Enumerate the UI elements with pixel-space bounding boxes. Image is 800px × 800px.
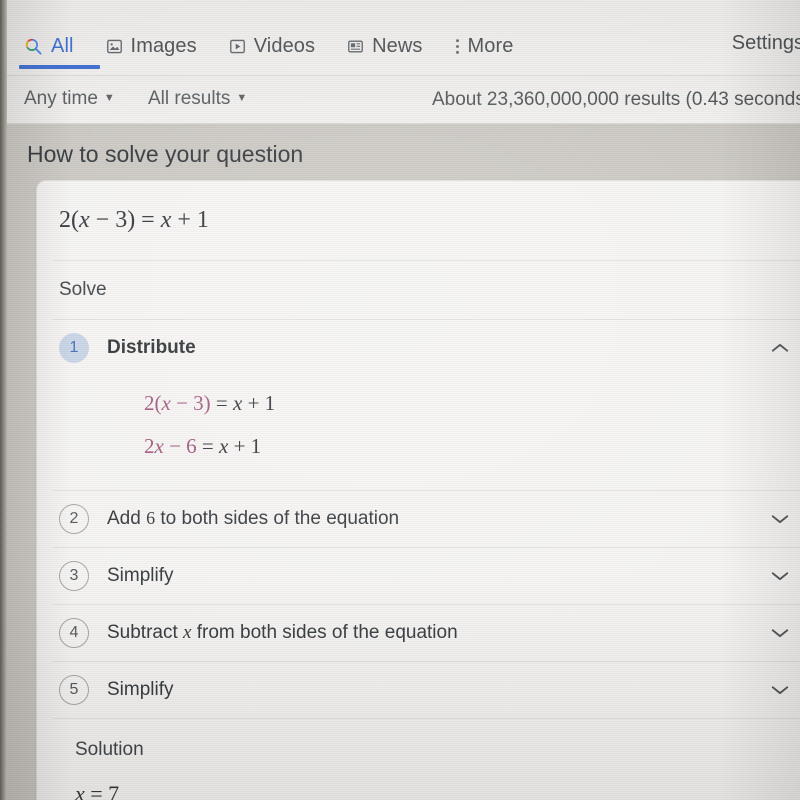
results-filter-dropdown[interactable]: All results ▼ — [148, 88, 247, 110]
chevron-up-icon[interactable] — [771, 342, 789, 354]
step-5-title-pre: Simplify — [107, 679, 174, 700]
step-2-number: 2 — [59, 504, 89, 534]
step-5-title: Simplify — [107, 679, 174, 701]
step-1-header[interactable]: 1 Distribute — [37, 320, 800, 376]
time-filter-label: Any time — [24, 88, 98, 109]
chevron-down-icon[interactable] — [771, 513, 789, 525]
search-tools-bar: Any time ▼ All results ▼ About 23,360,000,… — [7, 76, 800, 124]
chevron-down-icon[interactable] — [771, 627, 789, 639]
chevron-down-icon: ▼ — [103, 92, 115, 104]
settings-link[interactable]: Settings — [732, 32, 800, 55]
step-2-title: Add 6 to both sides of the equation — [107, 508, 399, 530]
tab-news[interactable]: News — [347, 22, 422, 70]
step-4-title: Subtract x from both sides of the equati… — [107, 622, 458, 644]
step-3-title: Simplify — [107, 565, 174, 587]
tab-videos[interactable]: Videos — [229, 22, 315, 70]
nav-tab-list: All Images Videos News More — [19, 22, 546, 70]
active-tab-underline — [19, 65, 100, 69]
solve-label: Solve — [59, 279, 107, 300]
photographed-screen: All Images Videos News More Settings Any… — [0, 0, 800, 800]
step-4-header[interactable]: 4 Subtract x from both sides of the equa… — [37, 605, 800, 661]
step-3: 3 Simplify — [37, 548, 800, 604]
chevron-down-icon: ▼ — [236, 92, 248, 104]
step-4: 4 Subtract x from both sides of the equa… — [37, 605, 800, 661]
chevron-down-icon[interactable] — [771, 570, 789, 582]
tab-news-label: News — [372, 34, 423, 57]
news-icon — [347, 38, 364, 55]
search-results-content: How to solve your question 2(x − 3) = x … — [7, 124, 800, 800]
tab-all[interactable]: All — [19, 22, 100, 70]
image-icon — [106, 38, 123, 55]
step-1-equation-before: 2(x − 3) = x + 1 — [144, 391, 276, 415]
step-5: 5 Simplify — [37, 662, 800, 718]
tab-images-label: Images — [130, 34, 197, 57]
math-solver-card: 2(x − 3) = x + 1 Solve 1 Distribute 2(x … — [36, 180, 800, 800]
tab-videos-label: Videos — [253, 34, 316, 57]
tab-more[interactable]: More — [455, 22, 514, 70]
step-4-title-pre: Subtract — [107, 622, 184, 643]
step-1: 1 Distribute 2(x − 3) = x + 1 2x − 6 = x… — [37, 320, 800, 490]
solution-value-row: x = 7 — [37, 767, 800, 800]
step-1-number: 1 — [59, 333, 89, 363]
solution-equation: x = 7 — [75, 781, 120, 800]
step-3-title-pre: Simplify — [107, 565, 174, 586]
step-2-header[interactable]: 2 Add 6 to both sides of the equation — [37, 491, 800, 547]
step-1-title: Distribute — [107, 337, 196, 358]
results-count-text: About 23,360,000,000 results (0.43 secon… — [432, 89, 800, 110]
step-2-title-pre: Add — [107, 508, 147, 529]
chevron-down-icon[interactable] — [771, 684, 789, 696]
step-1-equation-after: 2x − 6 = x + 1 — [144, 434, 262, 458]
solve-header-row: Solve — [37, 261, 800, 319]
step-2: 2 Add 6 to both sides of the equation — [37, 491, 800, 547]
more-vert-icon — [455, 37, 460, 56]
step-4-title-post: from both sides of the equation — [191, 622, 458, 643]
tab-images[interactable]: Images — [106, 22, 197, 70]
search-icon — [24, 37, 43, 56]
solution-header-row: Solution — [37, 719, 800, 767]
step-3-number: 3 — [59, 561, 89, 591]
step-5-number: 5 — [59, 675, 89, 705]
results-filter-label: All results — [148, 88, 231, 109]
video-icon — [229, 38, 246, 55]
tab-more-label: More — [467, 34, 514, 57]
step-3-header[interactable]: 3 Simplify — [37, 548, 800, 604]
time-filter-dropdown[interactable]: Any time ▼ — [24, 88, 115, 110]
question-equation-row: 2(x − 3) = x + 1 — [37, 181, 800, 260]
step-2-title-var: 6 — [146, 508, 156, 528]
tab-all-label: All — [51, 34, 74, 57]
solution-label: Solution — [75, 739, 144, 760]
search-nav-bar: All Images Videos News More Settings — [7, 0, 800, 76]
screen-bezel-edge — [0, 0, 7, 800]
step-1-body: 2(x − 3) = x + 1 2x − 6 = x + 1 — [37, 376, 800, 490]
step-4-number: 4 — [59, 618, 89, 648]
page-title: How to solve your question — [27, 141, 304, 167]
step-2-title-post: to both sides of the equation — [155, 508, 400, 529]
question-equation: 2(x − 3) = x + 1 — [59, 207, 209, 233]
step-5-header[interactable]: 5 Simplify — [37, 662, 800, 718]
